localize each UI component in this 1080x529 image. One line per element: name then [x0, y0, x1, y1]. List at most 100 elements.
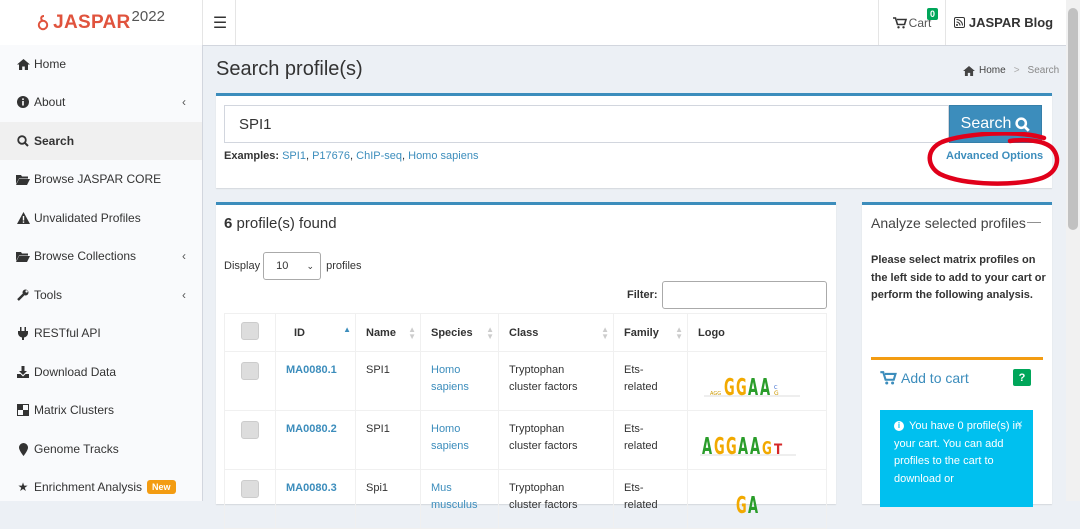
example-link-p17676[interactable]: P17676	[312, 150, 350, 162]
question-icon: ?	[1018, 371, 1026, 384]
name-cell: Spi1	[355, 469, 421, 529]
sidebar-item-matrix-clusters[interactable]: Matrix Clusters	[0, 391, 202, 429]
svg-text:T: T	[774, 442, 782, 457]
plug-icon	[16, 326, 30, 340]
class-line: Tryptophan	[509, 364, 565, 376]
example-link-chip-seq[interactable]: ChIP-seq	[356, 150, 402, 162]
profile-id-link[interactable]: MA0080.2	[286, 423, 337, 435]
search-panel: SPI1 Search Examples: SPI1, P17676, ChIP…	[216, 93, 1060, 188]
sidebar-item-label: Download Data	[34, 365, 117, 379]
page-length-select[interactable]: 10 ⌄	[263, 252, 322, 280]
svg-text:G: G	[762, 438, 772, 457]
column-label: ID	[294, 326, 305, 339]
chevron-left-icon: ‹	[182, 95, 186, 109]
row-checkbox[interactable]	[241, 421, 259, 439]
breadcrumb-current: Search	[1027, 65, 1060, 76]
family-line: Ets-	[624, 364, 644, 376]
home-icon	[16, 58, 30, 70]
svg-text:A: A	[702, 433, 712, 457]
breadcrumb-home-link[interactable]: Home	[979, 65, 1006, 76]
blog-nav-link[interactable]: JASPAR Blog	[946, 0, 1061, 45]
class-cell: Tryptophan cluster factors	[498, 469, 614, 529]
sort-icon: ▲ ▼	[486, 325, 494, 341]
sidebar-item-label: Genome Tracks	[34, 442, 119, 456]
sidebar-item-browse-core[interactable]: Browse JASPAR CORE	[0, 160, 202, 198]
species-link[interactable]: Homo sapiens	[431, 423, 469, 452]
species-link[interactable]: Mus musculus	[431, 482, 477, 511]
brand-logo[interactable]: JASPAR 2022	[0, 0, 203, 45]
row-checkbox[interactable]	[241, 480, 259, 498]
row-checkbox-cell	[224, 469, 276, 529]
wrench-icon	[16, 289, 30, 301]
name-cell: SPI1	[355, 410, 421, 470]
id-cell: MA0080.1	[275, 351, 356, 411]
sidebar-item-search[interactable]: Search	[0, 122, 202, 160]
results-count: 6	[224, 215, 233, 232]
svg-text:A: A	[748, 492, 758, 516]
sidebar-item-label: Browse Collections	[34, 249, 137, 263]
column-header-family[interactable]: Family ▲ ▼	[613, 313, 688, 352]
sidebar-item-enrichment-analysis[interactable]: ★ Enrichment Analysis New	[0, 468, 202, 506]
sidebar-item-genome-tracks[interactable]: Genome Tracks	[0, 430, 202, 468]
column-header-species[interactable]: Species ▲ ▼	[420, 313, 499, 352]
svg-text:A: A	[748, 374, 758, 398]
top-navbar: JASPAR 2022 ☰ Cart 0 JASPAR Blog	[0, 0, 1080, 46]
cart-nav-link[interactable]: Cart 0	[878, 0, 946, 45]
row-checkbox[interactable]	[241, 362, 259, 380]
cart-info-text: You have 0 profile(s) in your cart. You …	[894, 420, 1022, 485]
species-epithet: sapiens	[431, 381, 469, 393]
logo-cell: AGG G G A A G C	[687, 351, 827, 411]
family-cell: Ets-related	[613, 469, 688, 529]
species-link[interactable]: Homo sapiens	[431, 364, 469, 393]
row-checkbox-cell	[224, 410, 276, 470]
sidebar: Home About ‹ Search Browse JASPAR CORE U…	[0, 45, 203, 501]
sort-ascending-icon: ▲	[343, 325, 351, 334]
svg-text:A: A	[750, 433, 760, 457]
new-badge: New	[147, 480, 176, 494]
sidebar-item-restful-api[interactable]: RESTful API	[0, 314, 202, 352]
page-scrollbar[interactable]	[1066, 0, 1080, 501]
sidebar-toggle-button[interactable]: ☰	[205, 0, 236, 45]
svg-text:G: G	[714, 433, 725, 457]
sequence-logo-image[interactable]: A G G A A G T	[698, 417, 798, 460]
close-icon[interactable]: ×	[1016, 416, 1023, 434]
folder-open-icon	[16, 251, 30, 262]
sidebar-item-label: Tools	[34, 288, 63, 302]
example-link-homo-sapiens[interactable]: Homo sapiens	[408, 150, 478, 162]
sidebar-item-label: Unvalidated Profiles	[34, 211, 141, 225]
class-line: cluster factors	[509, 440, 578, 452]
info-circle-icon: i	[894, 421, 904, 432]
sequence-logo-image[interactable]: AGG G G A A G C	[702, 358, 802, 401]
sidebar-item-browse-collections[interactable]: Browse Collections ‹	[0, 237, 202, 275]
profile-id-link[interactable]: MA0080.1	[286, 364, 337, 376]
family-line: related	[624, 381, 658, 393]
sidebar-item-about[interactable]: About ‹	[0, 83, 202, 121]
sidebar-item-download-data[interactable]: Download Data	[0, 353, 202, 391]
blog-nav-label: JASPAR Blog	[968, 15, 1054, 30]
sequence-logo-image[interactable]: G A	[702, 476, 802, 519]
column-header-id[interactable]: ID ▲	[275, 313, 356, 352]
search-button-label: Search	[960, 115, 1012, 132]
hamburger-icon: ☰	[212, 14, 228, 32]
select-all-checkbox[interactable]	[241, 322, 259, 340]
add-to-cart-button[interactable]: Add to cart	[880, 370, 969, 386]
red-highlight-annotation	[927, 132, 1060, 186]
warning-icon	[16, 212, 30, 224]
sidebar-item-label: Matrix Clusters	[34, 403, 115, 417]
class-line: cluster factors	[509, 381, 578, 393]
example-link-spi1[interactable]: SPI1	[282, 150, 306, 162]
column-header-class[interactable]: Class ▲ ▼	[498, 313, 614, 352]
sidebar-item-home[interactable]: Home	[0, 45, 202, 83]
scrollbar-thumb[interactable]	[1068, 8, 1078, 230]
profile-id-link[interactable]: MA0080.3	[286, 482, 337, 494]
filter-input[interactable]	[662, 281, 827, 309]
help-button[interactable]: ?	[1013, 369, 1031, 386]
column-header-name[interactable]: Name ▲ ▼	[355, 313, 421, 352]
download-icon	[16, 366, 30, 378]
collapse-button[interactable]: —	[1027, 213, 1041, 229]
page-length-control: Display 10 ⌄ profiles	[224, 252, 362, 280]
column-label: Class	[509, 326, 539, 339]
sidebar-item-unvalidated[interactable]: Unvalidated Profiles	[0, 199, 202, 237]
sidebar-item-tools[interactable]: Tools ‹	[0, 276, 202, 314]
search-input[interactable]: SPI1	[224, 105, 949, 143]
